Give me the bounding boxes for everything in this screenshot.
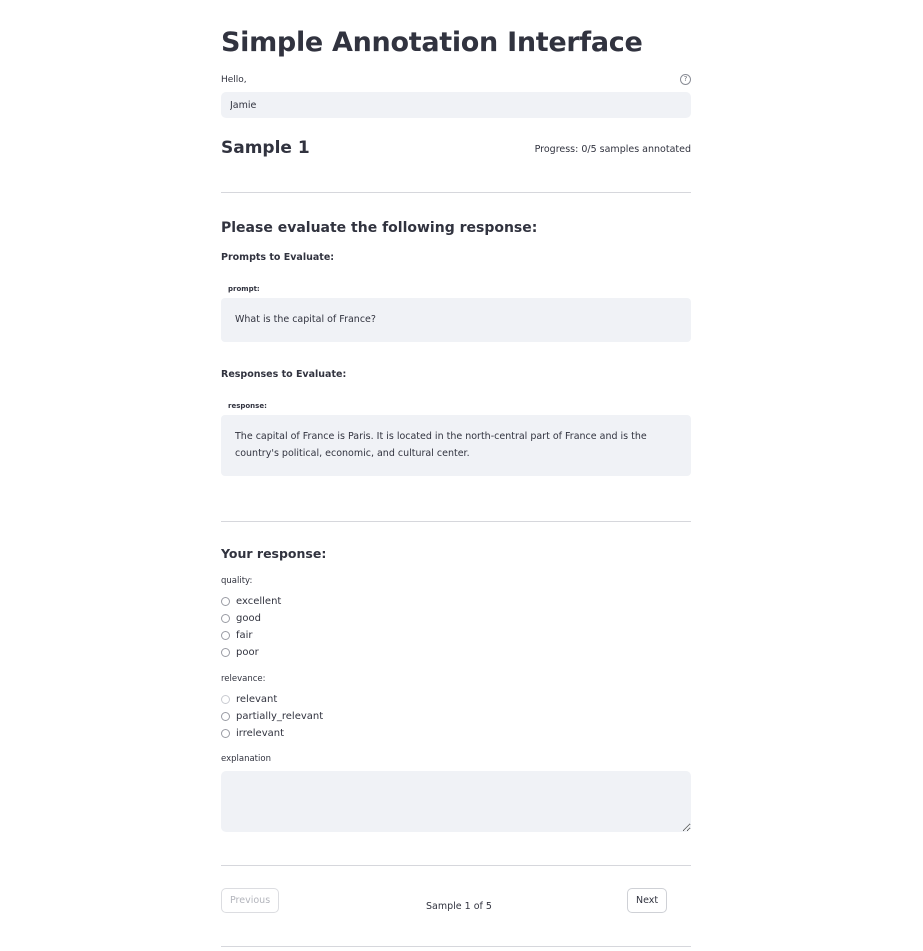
sample-count: Sample 1 of 5	[426, 901, 492, 912]
explanation-textarea[interactable]	[221, 771, 691, 832]
greeting-label: Hello,	[221, 75, 247, 85]
quality-label: quality:	[221, 576, 253, 586]
progress-text: Progress: 0/5 samples annotated	[534, 144, 691, 155]
explanation-label: explanation	[221, 754, 271, 764]
relevance-option-partially-relevant[interactable]: partially_relevant	[221, 708, 323, 725]
relevance-radio-group: relevant partially_relevant irrelevant	[221, 691, 323, 742]
response-box: The capital of France is Paris. It is lo…	[221, 415, 691, 476]
previous-button[interactable]: Previous	[221, 888, 280, 913]
radio-circle[interactable]	[221, 631, 230, 640]
relevance-label: relevance:	[221, 674, 266, 684]
name-input[interactable]	[221, 92, 691, 118]
quality-option-good[interactable]: good	[221, 610, 281, 627]
quality-option-excellent[interactable]: excellent	[221, 593, 281, 610]
response-text: The capital of France is Paris. It is lo…	[235, 431, 647, 459]
radio-circle[interactable]	[221, 597, 230, 606]
relevance-option-relevant[interactable]: relevant	[221, 691, 323, 708]
divider	[221, 946, 691, 947]
quality-option-fair[interactable]: fair	[221, 627, 281, 644]
prompt-box: What is the capital of France?	[221, 298, 691, 342]
radio-circle[interactable]	[221, 695, 230, 704]
page-title: Simple Annotation Interface	[221, 27, 643, 58]
response-label: response:	[228, 402, 267, 410]
annotation-page: Simple Annotation Interface Hello, ? Sam…	[0, 0, 923, 951]
quality-option-poor[interactable]: poor	[221, 644, 281, 661]
prompt-label: prompt:	[228, 285, 260, 293]
prompt-text: What is the capital of France?	[235, 314, 376, 325]
next-button[interactable]: Next	[627, 888, 668, 913]
radio-circle[interactable]	[221, 648, 230, 657]
responses-title: Responses to Evaluate:	[221, 369, 347, 380]
your-response-heading: Your response:	[221, 546, 327, 561]
radio-circle[interactable]	[221, 614, 230, 623]
sample-heading: Sample 1	[221, 138, 310, 158]
divider	[221, 865, 691, 866]
radio-circle[interactable]	[221, 729, 230, 738]
divider	[221, 521, 691, 522]
greeting-row: Hello, ?	[221, 74, 691, 88]
help-icon[interactable]: ?	[680, 74, 691, 85]
radio-circle[interactable]	[221, 712, 230, 721]
divider	[221, 192, 691, 193]
quality-radio-group: excellent good fair poor	[221, 593, 281, 661]
relevance-option-irrelevant[interactable]: irrelevant	[221, 725, 323, 742]
prompts-title: Prompts to Evaluate:	[221, 252, 335, 263]
evaluation-heading: Please evaluate the following response:	[221, 220, 538, 236]
